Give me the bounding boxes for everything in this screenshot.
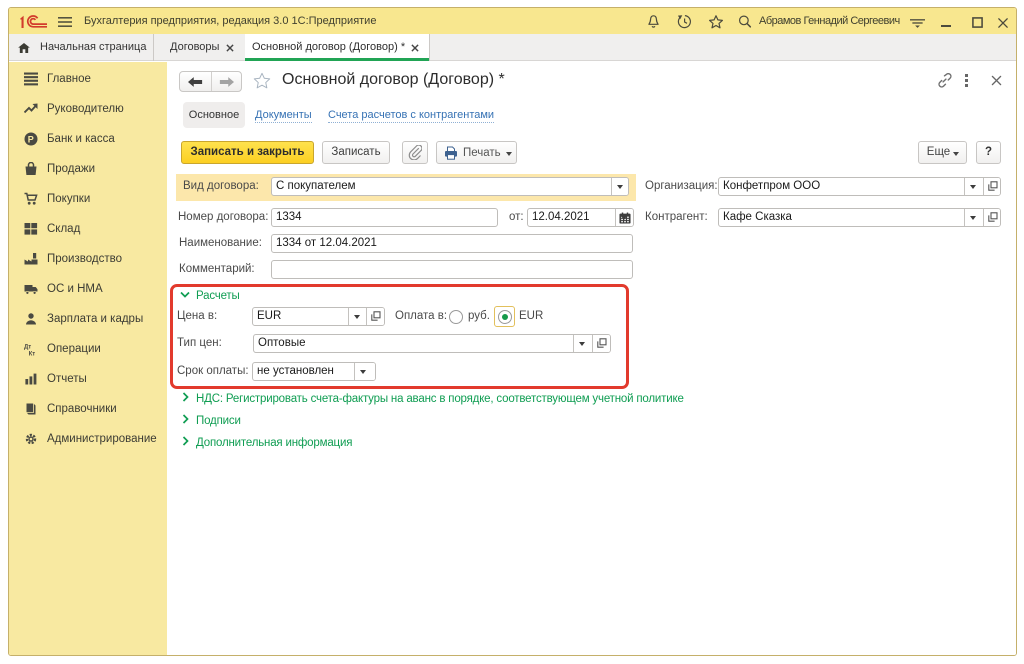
svg-text:Р: Р	[28, 134, 34, 144]
svg-text:Кт: Кт	[29, 351, 36, 355]
svg-text:Дт: Дт	[24, 344, 31, 350]
